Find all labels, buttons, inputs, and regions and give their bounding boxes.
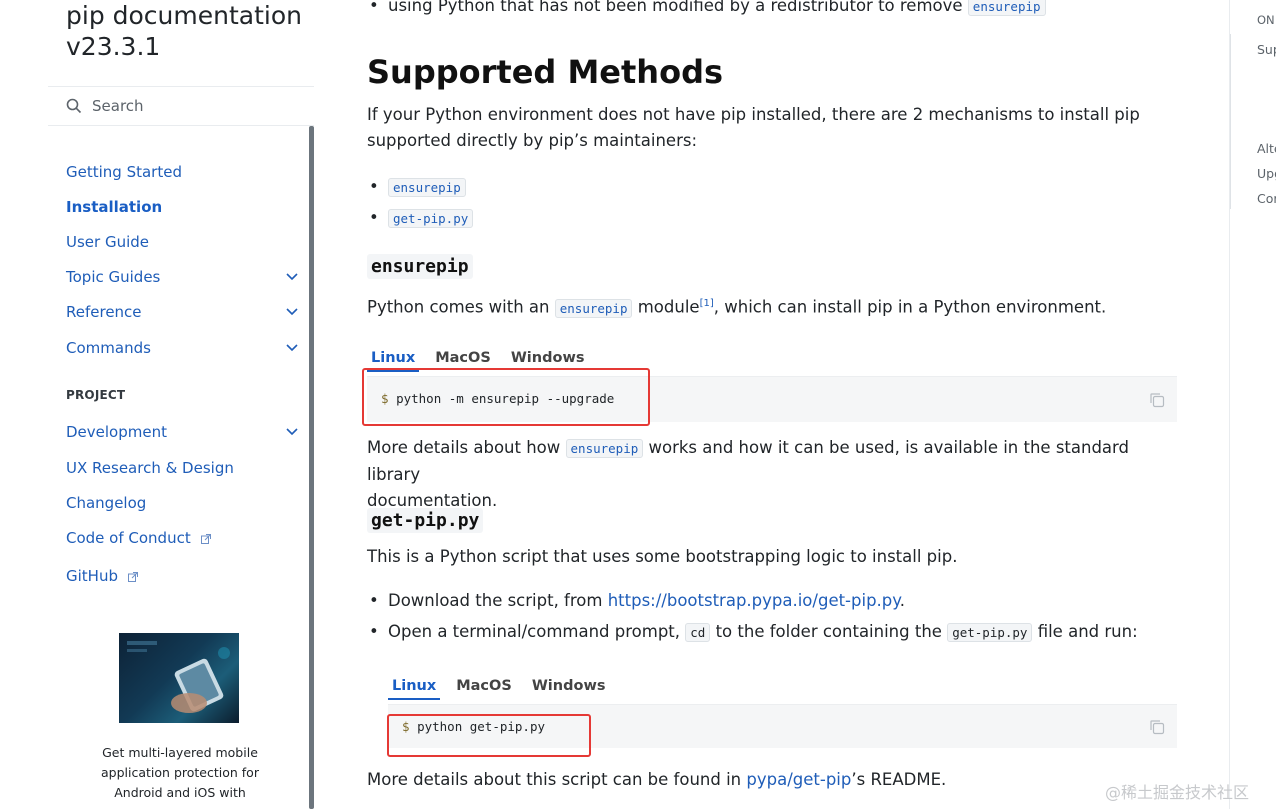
highlight-box xyxy=(387,714,591,757)
inline-code: ensurepip xyxy=(388,178,466,197)
paragraph-text: module xyxy=(637,297,700,317)
tab-linux[interactable]: Linux xyxy=(388,674,441,700)
paragraph-text: , which can install pip in a Python envi… xyxy=(713,297,1107,317)
paragraph-text: More details about this script can be fo… xyxy=(367,770,742,789)
highlight-box xyxy=(362,368,650,426)
list-item: Open a terminal/command prompt, cd to th… xyxy=(369,619,1138,646)
sidebar-item-label: Reference xyxy=(66,303,142,321)
list-item-text: . xyxy=(899,591,905,610)
intro-paragraph: If your Python environment does not have… xyxy=(367,105,1140,150)
sidebar-item-label: Topic Guides xyxy=(66,268,161,286)
inline-code: ensurepip xyxy=(565,439,644,458)
sidebar-item-code-of-conduct[interactable]: Code of Conduct xyxy=(66,525,302,551)
site-title[interactable]: pip documentation v23.3.1 xyxy=(66,0,306,62)
list-item: get-pip.py xyxy=(369,205,474,232)
list-item: ensurepip xyxy=(369,174,466,201)
sidebar-item-label: Code of Conduct xyxy=(66,529,191,547)
sidebar-item-getting-started[interactable]: Getting Started xyxy=(66,159,302,185)
get-pip-paragraph: This is a Python script that uses some b… xyxy=(367,547,958,566)
ensurepip-paragraph: Python comes with an ensurepip module[1]… xyxy=(367,291,1187,322)
search-icon xyxy=(66,98,82,114)
sidebar-item-github[interactable]: GitHub xyxy=(66,563,302,589)
page-heading: Supported Methods xyxy=(367,53,724,91)
sidebar-item-label: Commands xyxy=(66,339,151,357)
footnote-link[interactable]: [1] xyxy=(700,298,714,309)
tab-windows[interactable]: Windows xyxy=(528,674,610,700)
list-item-text: file and run: xyxy=(1037,622,1138,641)
section-heading-get-pip: get-pip.py xyxy=(367,508,484,533)
get-pip-link[interactable]: get-pip.py xyxy=(388,208,474,228)
ensurepip-more-paragraph: More details about how ensurepip works a… xyxy=(367,435,1187,514)
sidebar-item-label: GitHub xyxy=(66,567,118,585)
sidebar-item-development[interactable]: Development xyxy=(66,419,302,445)
ensurepip-link[interactable]: ensurepip xyxy=(388,177,466,197)
sidebar-item-reference[interactable]: Reference xyxy=(66,299,302,325)
tab-macos[interactable]: MacOS xyxy=(452,674,516,700)
inline-code: ensurepip xyxy=(554,298,633,318)
ensurepip-docs-link[interactable]: ensurepip xyxy=(565,438,644,458)
list-item-text: Open a terminal/command prompt, xyxy=(388,622,681,641)
sidebar-item-installation[interactable]: Installation xyxy=(66,194,302,220)
inline-code: cd xyxy=(685,623,711,642)
external-link-icon xyxy=(200,534,211,544)
chevron-down-icon[interactable] xyxy=(284,339,300,355)
ad-image[interactable] xyxy=(119,633,239,723)
sidebar-item-label: Installation xyxy=(66,198,163,216)
list-item: Download the script, from https://bootst… xyxy=(369,588,905,614)
sidebar-item-changelog[interactable]: Changelog xyxy=(66,490,302,516)
external-link-icon xyxy=(127,572,138,582)
copy-icon[interactable] xyxy=(1149,392,1165,408)
paragraph-text: More details about how xyxy=(367,438,561,457)
sidebar-item-user-guide[interactable]: User Guide xyxy=(66,229,302,255)
watermark: @稀土掘金技术社区 xyxy=(1105,783,1250,802)
sidebar-item-label: Development xyxy=(66,423,167,441)
toc-rail xyxy=(1230,34,1231,209)
table-of-contents: ON Sup Alte Upg Cor xyxy=(1229,0,1276,809)
sidebar-item-label: Changelog xyxy=(66,494,147,512)
section-caption-project: PROJECT xyxy=(66,388,126,402)
pypa-get-pip-link[interactable]: pypa/get-pip xyxy=(746,770,851,789)
sidebar-item-label: User Guide xyxy=(66,233,150,251)
toc-item[interactable]: Sup xyxy=(1257,42,1276,57)
toc-item[interactable]: Upg xyxy=(1257,166,1276,181)
inline-code: get-pip.py xyxy=(947,623,1033,642)
section-heading-ensurepip: ensurepip xyxy=(367,254,473,279)
paragraph-text: ’s README. xyxy=(851,770,947,789)
list-item-text: using Python that has not been modified … xyxy=(388,0,963,15)
sidebar-item-topic-guides[interactable]: Topic Guides xyxy=(66,264,302,290)
sidebar: pip documentation v23.3.1 Search Getting… xyxy=(0,0,314,809)
sidebar-item-commands[interactable]: Commands xyxy=(66,335,302,361)
inline-code: ensurepip xyxy=(967,0,1046,16)
copy-icon[interactable] xyxy=(1149,719,1165,735)
chevron-down-icon[interactable] xyxy=(284,423,300,439)
ad-text[interactable]: Get multi-layered mobile application pro… xyxy=(80,743,280,803)
inline-code: get-pip.py xyxy=(388,209,474,228)
main-content: using Python that has not been modified … xyxy=(314,0,1229,809)
get-pip-more-paragraph: More details about this script can be fo… xyxy=(367,767,1187,793)
toc-item[interactable]: Cor xyxy=(1257,191,1276,206)
chevron-down-icon[interactable] xyxy=(284,303,300,319)
list-item-text: to the folder containing the xyxy=(715,622,942,641)
list-item: using Python that has not been modified … xyxy=(369,0,1046,20)
toc-caption: ON xyxy=(1257,13,1275,27)
search-placeholder: Search xyxy=(92,97,144,115)
get-pip-download-link[interactable]: https://bootstrap.pypa.io/get-pip.py xyxy=(608,591,900,610)
search-input[interactable]: Search xyxy=(48,86,314,126)
toc-item[interactable]: Alte xyxy=(1257,141,1276,156)
list-item-text: Download the script, from xyxy=(388,591,603,610)
chevron-down-icon[interactable] xyxy=(284,268,300,284)
paragraph-text: Python comes with an xyxy=(367,297,550,317)
sidebar-item-label: UX Research & Design xyxy=(66,459,234,477)
sidebar-item-ux-research[interactable]: UX Research & Design xyxy=(66,455,302,481)
os-tabs: Linux MacOS Windows xyxy=(388,674,621,700)
sidebar-item-label: Getting Started xyxy=(66,163,182,181)
